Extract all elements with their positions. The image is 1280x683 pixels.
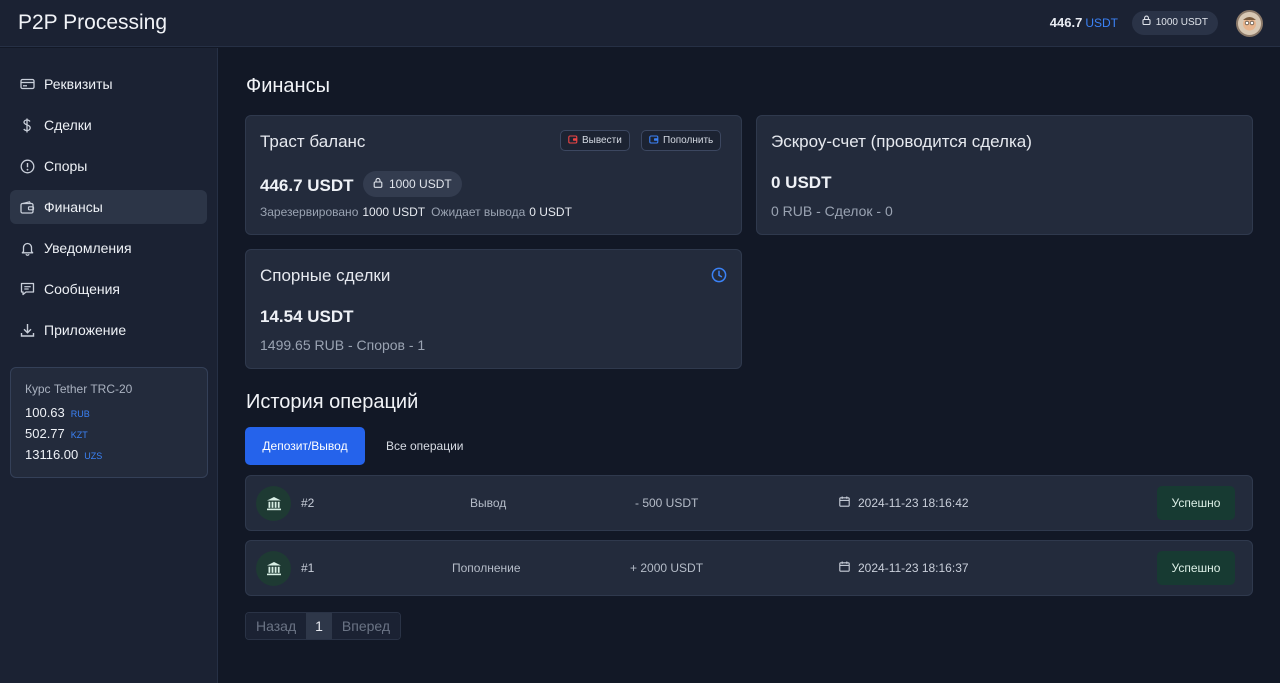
pending-value: 0 USDT [529,205,572,219]
rate-row: 502.77 KZT [25,423,193,444]
message-icon [10,282,44,296]
bank-icon [256,486,291,521]
disputed-deals-sub: 1499.65 RUB - Споров - 1 [260,337,426,353]
rate-currency: UZS [84,451,103,461]
sidebar-item-deals[interactable]: Сделки [10,108,207,142]
operation-id: #2 [301,496,315,510]
deposit-icon [649,134,659,147]
withdraw-label: Вывести [582,135,622,146]
sidebar: Реквизиты Сделки Споры Финансы Уведомлен… [0,48,218,683]
sidebar-item-label: Приложение [44,322,127,338]
bell-icon [10,241,44,256]
disputed-deals-amount: 14.54 USDT [260,307,354,326]
pagination-page[interactable]: 1 [306,613,332,639]
withdraw-icon [568,134,578,147]
disputed-deals-card: Спорные сделки 14.54 USDT 1499.65 RUB - … [245,249,742,369]
page-title: Финансы [246,75,330,97]
top-bar: P2P Processing 446.7 USDT 1000 USDT [0,0,1280,47]
header-locked-badge: 1000 USDT [1131,11,1218,35]
pagination-prev[interactable]: Назад [246,613,307,639]
dollar-icon [10,118,44,133]
table-row[interactable]: #2 Вывод - 500 USDT 2024-11-23 18:16:42 … [245,475,1253,531]
operation-amount: - 500 USDT [635,496,699,510]
escrow-sub: 0 RUB - Сделок - 0 [771,203,893,219]
escrow-card: Эскроу-счет (проводится сделка) 0 USDT 0… [756,115,1253,235]
sidebar-item-label: Споры [44,158,88,174]
rate-row: 13116.00 UZS [25,444,193,465]
table-row[interactable]: #1 Пополнение + 2000 USDT 2024-11-23 18:… [245,540,1253,596]
tab-all-operations[interactable]: Все операции [372,427,477,465]
alert-circle-icon [10,159,44,174]
deposit-button[interactable]: Пополнить [641,130,722,151]
header-balance-value: 446.7 [1049,15,1083,30]
trust-locked-badge: 1000 USDT [363,171,462,197]
pagination-next[interactable]: Вперед [331,613,401,639]
operation-date: 2024-11-23 18:16:37 [839,561,969,575]
operation-type: Вывод [470,496,507,510]
escrow-title: Эскроу-счет (проводится сделка) [771,132,1032,151]
rate-value: 502.77 [25,426,65,441]
disputed-deals-title: Спорные сделки [260,266,391,285]
clock-icon[interactable] [711,267,727,288]
download-icon [10,323,44,338]
sidebar-item-label: Финансы [44,199,103,215]
operation-date: 2024-11-23 18:16:42 [839,496,969,510]
sidebar-item-notifications[interactable]: Уведомления [10,231,207,265]
trust-reserved-line: Зарезервировано 1000 USDT Ожидает вывода 0 … [260,205,578,219]
operation-date-text: 2024-11-23 18:16:37 [858,561,969,575]
wallet-icon [10,200,44,214]
rate-value: 100.63 [25,405,65,420]
rate-currency: RUB [70,409,90,419]
trust-balance-title: Траст баланс [260,132,366,151]
operation-id: #1 [301,561,315,575]
rate-row: 100.63 RUB [25,402,193,423]
deposit-label: Пополнить [663,135,714,146]
sidebar-item-finances[interactable]: Финансы [10,190,207,224]
withdraw-button[interactable]: Вывести [560,130,630,151]
exchange-rates-panel: Курс Tether TRC-20 100.63 RUB 502.77 KZT 1… [10,367,208,478]
reserved-label: Зарезервировано [260,205,359,219]
sidebar-item-label: Уведомления [44,240,132,256]
calendar-icon [839,496,850,510]
escrow-amount: 0 USDT [771,173,832,192]
calendar-icon [839,561,850,575]
trust-balance-amount: 446.7 USDT [260,176,354,195]
lock-icon [373,177,383,191]
pending-label: Ожидает вывода [431,205,526,219]
lock-icon [1142,11,1151,35]
avatar[interactable] [1236,10,1263,37]
pagination: Назад 1 Вперед [245,612,402,640]
header-locked-label: 1000 USDT [1155,17,1208,28]
sidebar-item-messages[interactable]: Сообщения [10,272,207,306]
header-balance: 446.7 USDT [1050,15,1118,30]
sidebar-item-label: Сделки [44,117,92,133]
operation-amount: + 2000 USDT [630,561,704,575]
sidebar-item-disputes[interactable]: Споры [10,149,207,183]
status-badge: Успешно [1157,551,1235,585]
card-icon [10,78,44,90]
rate-currency: KZT [70,430,88,440]
sidebar-item-requisites[interactable]: Реквизиты [10,67,207,101]
sidebar-item-label: Реквизиты [44,76,113,92]
status-badge: Успешно [1157,486,1235,520]
trust-locked-label: 1000 USDT [389,177,452,191]
bank-icon [256,551,291,586]
sidebar-item-app[interactable]: Приложение [10,313,207,347]
operation-type: Пополнение [452,561,521,575]
tab-deposit-withdraw[interactable]: Депозит/Вывод [245,427,365,465]
history-title: История операций [246,391,419,413]
sidebar-item-label: Сообщения [44,281,120,297]
app-logo[interactable]: P2P Processing [18,11,167,35]
operation-date-text: 2024-11-23 18:16:42 [858,496,969,510]
reserved-value: 1000 USDT [362,205,426,219]
trust-balance-card: Траст баланс Вывести Пополнить 446.7 USD… [245,115,742,235]
rate-value: 13116.00 [25,447,79,462]
header-balance-unit: USDT [1085,16,1118,30]
exchange-rates-title: Курс Tether TRC-20 [25,382,133,396]
